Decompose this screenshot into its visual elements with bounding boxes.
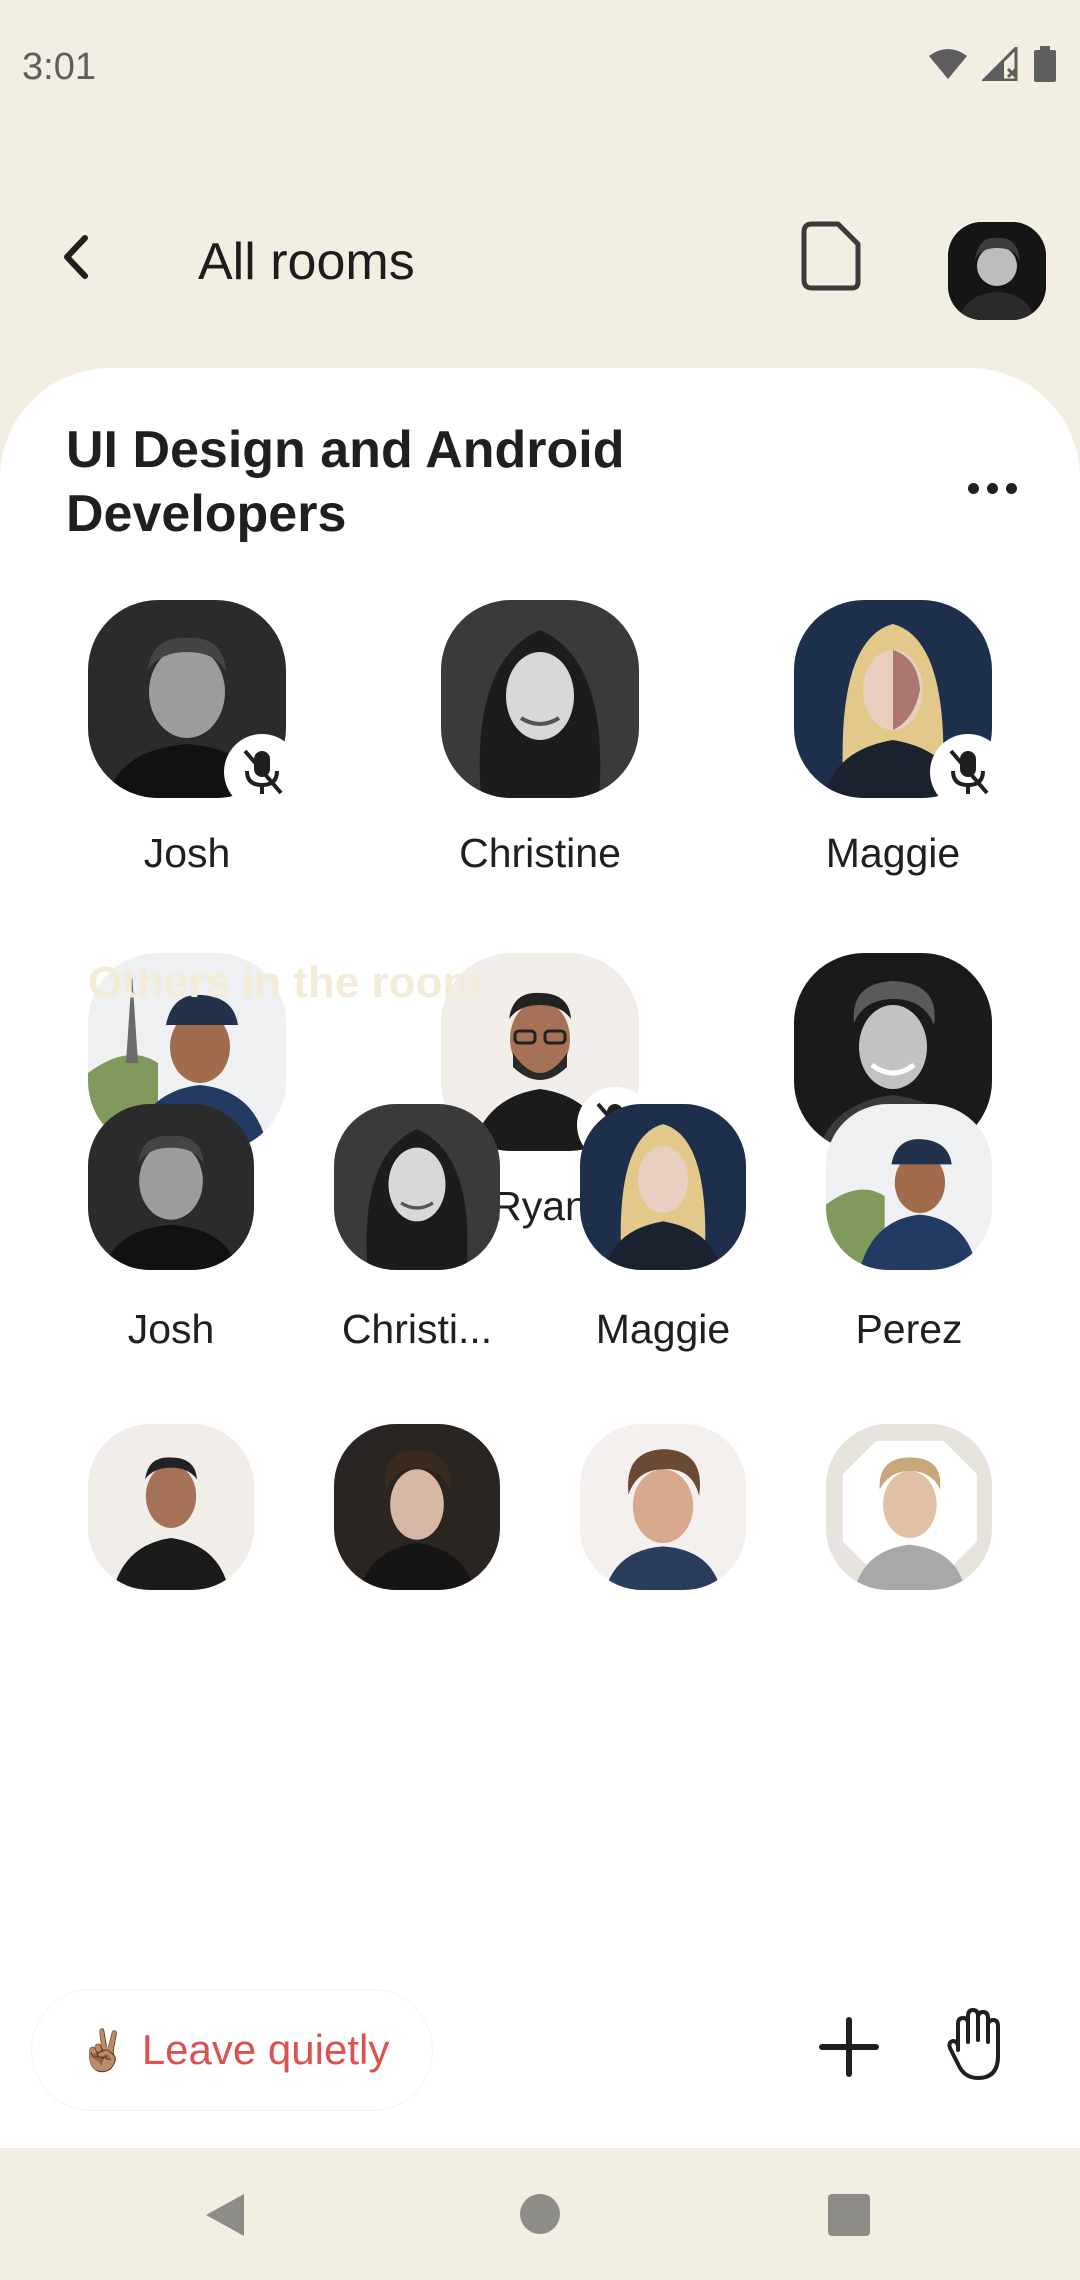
listener-maggie[interactable]: Maggie [568,1104,758,1353]
speaker-josh[interactable]: Josh [72,600,302,877]
cell-signal-icon [982,47,1018,81]
plus-icon [819,2017,879,2077]
page-title: All rooms [198,233,415,291]
leave-quietly-button[interactable]: ✌🏽 Leave quietly [32,1990,432,2110]
more-options-button[interactable] [960,468,1024,508]
status-bar: 3:01 [0,0,1080,170]
avatar-image [948,222,1046,320]
mic-off-icon [243,749,283,795]
listener-item[interactable] [814,1424,1004,1590]
bottom-action-bar: ✌🏽 Leave quietly [0,1980,1080,2148]
raise-hand-icon [947,2008,1000,2080]
profile-avatar[interactable] [948,222,1046,320]
listener-name: Perez [855,1306,963,1352]
listener-item[interactable] [322,1424,512,1590]
document-button[interactable] [800,220,878,306]
avatar [826,1424,992,1590]
avatar [441,600,639,798]
avatar [826,1104,992,1270]
listener-item[interactable] [76,1424,266,1590]
nav-back-icon[interactable] [204,2192,246,2238]
others-section-title: Others in the room [88,958,482,1007]
listener-name: Maggie [595,1306,731,1352]
add-button[interactable] [816,2014,882,2080]
speaker-christine[interactable]: Christine [425,600,655,877]
muted-badge [930,734,1006,810]
avatar [580,1424,746,1590]
avatar [794,600,1006,810]
listener-name: Josh [127,1306,215,1352]
avatar [580,1104,746,1270]
listener-christine[interactable]: Christi... [322,1104,512,1353]
status-time: 3:01 [22,46,96,88]
app-bar: All rooms [0,170,1080,370]
speaker-maggie[interactable]: Maggie [778,600,1008,877]
muted-badge [224,734,300,810]
document-icon [801,221,861,291]
avatar [88,1424,254,1590]
wifi-icon [929,49,967,79]
peace-hand-icon: ✌🏽 [78,2028,128,2073]
chevron-left-icon [64,235,88,279]
listener-item[interactable] [568,1424,758,1590]
nav-recents-icon[interactable] [828,2194,870,2236]
status-icons [928,46,1056,82]
leave-quietly-label: Leave quietly [141,2026,390,2073]
speaker-name: Maggie [825,830,961,876]
listener-perez[interactable]: Perez [814,1104,1004,1353]
avatar [88,600,300,810]
speaker-name: Josh [143,830,231,876]
room-sheet: UI Design and Android Developers Josh Ch… [0,368,1080,2148]
avatar [334,1424,500,1590]
battery-icon [1034,46,1056,82]
room-title: UI Design and Android Developers [66,421,625,543]
system-nav-bar [0,2148,1080,2280]
raise-hand-button[interactable] [944,2006,1014,2082]
avatar [88,1104,254,1270]
back-button[interactable] [40,222,110,292]
avatar [334,1104,500,1270]
listener-name: Christi... [341,1306,493,1352]
listener-josh[interactable]: Josh [76,1104,266,1353]
mic-off-icon [949,749,989,795]
nav-home-icon[interactable] [520,2194,560,2234]
speaker-name: Christine [459,830,621,876]
